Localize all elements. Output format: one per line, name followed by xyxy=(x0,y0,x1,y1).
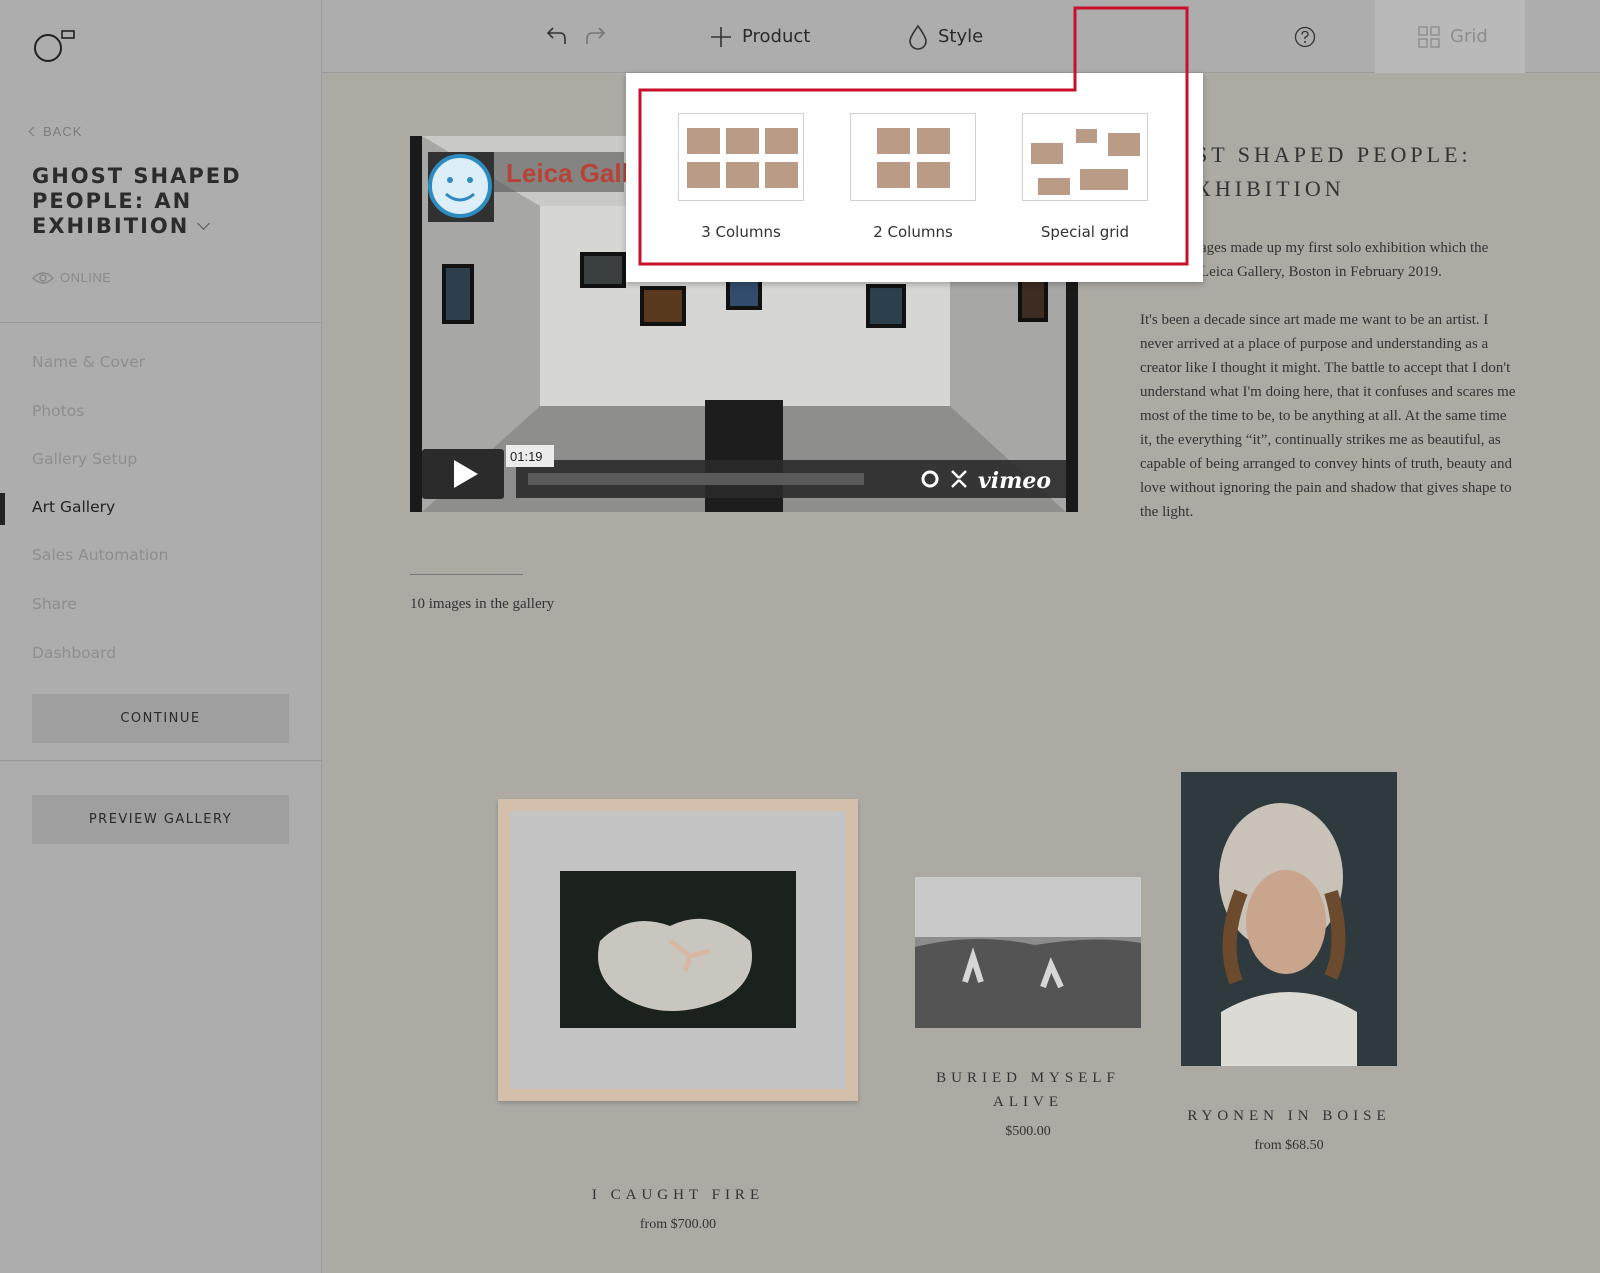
product-price: from $68.50 xyxy=(1254,1138,1324,1153)
product-caption: RYONEN IN BOISE from $68.50 xyxy=(1181,1104,1397,1154)
vimeo-logo[interactable]: vimeo xyxy=(978,468,1051,494)
status-badge[interactable]: ONLINE xyxy=(32,270,111,285)
product-title[interactable]: BURIED MYSELF ALIVE xyxy=(915,1066,1141,1114)
product-image-i-caught-fire[interactable] xyxy=(560,871,796,1028)
sidebar-item-art-gallery[interactable]: Art Gallery xyxy=(32,498,115,516)
sidebar-item-photos[interactable]: Photos xyxy=(32,402,84,420)
active-indicator xyxy=(0,493,5,525)
product-label: Product xyxy=(742,26,811,47)
preview-gallery-button[interactable]: PREVIEW GALLERY xyxy=(32,795,289,844)
grid-option-2-columns[interactable]: 2 Columns xyxy=(850,113,976,241)
sidebar-divider xyxy=(0,760,322,761)
grid-option-label: 2 Columns xyxy=(873,223,953,241)
product-image-buried-myself-alive[interactable] xyxy=(915,877,1141,1028)
grid-tool[interactable]: Grid xyxy=(1418,0,1488,73)
page-title-line2: XHIBITION xyxy=(1195,176,1345,201)
gallery-title-text: GHOST SHAPED PEOPLE: AN EXHIBITION xyxy=(32,164,242,238)
style-label: Style xyxy=(938,26,984,47)
grid-label: Grid xyxy=(1450,26,1488,47)
product-title[interactable]: RYONEN IN BOISE xyxy=(1181,1104,1397,1128)
back-label: BACK xyxy=(43,124,83,139)
chevron-left-icon xyxy=(28,126,39,137)
chevron-down-icon[interactable] xyxy=(197,217,211,230)
toolbar: Product Style Grid xyxy=(322,0,1600,73)
product-image-ryonen-in-boise[interactable] xyxy=(1181,772,1397,1066)
page-title-line1: ST SHAPED PEOPLE: xyxy=(1195,142,1472,167)
eye-icon xyxy=(32,271,54,284)
droplet-icon xyxy=(909,24,927,50)
tab-grid[interactable]: Grid xyxy=(1375,0,1525,73)
logo-icon[interactable] xyxy=(32,28,76,64)
page-title: ST SHAPED PEOPLE: XHIBITION xyxy=(1195,138,1472,206)
grid-option-label: 3 Columns xyxy=(701,223,781,241)
description-paragraph: It's been a decade since art made me wan… xyxy=(1140,312,1516,520)
undo-icon[interactable] xyxy=(546,24,568,46)
grid-2-columns-icon xyxy=(850,113,976,201)
help-icon[interactable] xyxy=(1294,26,1316,48)
grid-3-columns-icon xyxy=(678,113,804,201)
sidebar-item-dashboard[interactable]: Dashboard xyxy=(32,644,116,662)
product-frame[interactable] xyxy=(498,799,858,1101)
section-divider xyxy=(410,574,523,575)
product-price: from $700.00 xyxy=(639,1217,717,1232)
product-caption: BURIED MYSELF ALIVE $500.00 xyxy=(915,1066,1141,1140)
sidebar-item-sales-automation[interactable]: Sales Automation xyxy=(32,546,168,564)
grid-option-label: Special grid xyxy=(1040,223,1130,241)
gallery-title[interactable]: GHOST SHAPED PEOPLE: AN EXHIBITION xyxy=(32,164,282,239)
style-tool[interactable]: Style xyxy=(908,0,983,73)
grid-layout-popup: 3 Columns 2 Columns Special grid xyxy=(626,73,1203,282)
product-title[interactable]: I CAUGHT FIRE xyxy=(498,1183,858,1207)
video-timestamp: 01:19 xyxy=(510,449,543,464)
redo-icon[interactable] xyxy=(584,24,606,46)
back-link[interactable]: BACK xyxy=(28,124,83,139)
grid-option-3-columns[interactable]: 3 Columns xyxy=(678,113,804,241)
page-description: ages made up my first solo exhibition wh… xyxy=(1140,236,1520,548)
sidebar-item-share[interactable]: Share xyxy=(32,595,77,613)
status-label: ONLINE xyxy=(60,270,112,285)
product-caption: I CAUGHT FIRE from $700.00 xyxy=(498,1183,858,1233)
grid-option-special-grid[interactable]: Special grid xyxy=(1022,113,1148,241)
grid-icon xyxy=(1418,25,1440,48)
image-count: 10 images in the gallery xyxy=(410,596,555,612)
sidebar-item-name-cover[interactable]: Name & Cover xyxy=(32,353,145,371)
product-price: $500.00 xyxy=(1005,1124,1051,1139)
plus-icon xyxy=(711,26,731,47)
continue-button[interactable]: CONTINUE xyxy=(32,694,289,743)
video-title-overlay: Leica Gall xyxy=(506,158,629,188)
video-progress-bar[interactable] xyxy=(528,473,864,485)
sidebar-divider xyxy=(0,322,322,323)
sidebar: BACK GHOST SHAPED PEOPLE: AN EXHIBITION … xyxy=(0,0,322,1273)
grid-special-icon xyxy=(1022,113,1148,201)
product-tool[interactable]: Product xyxy=(710,0,810,73)
sidebar-item-gallery-setup[interactable]: Gallery Setup xyxy=(32,450,137,468)
